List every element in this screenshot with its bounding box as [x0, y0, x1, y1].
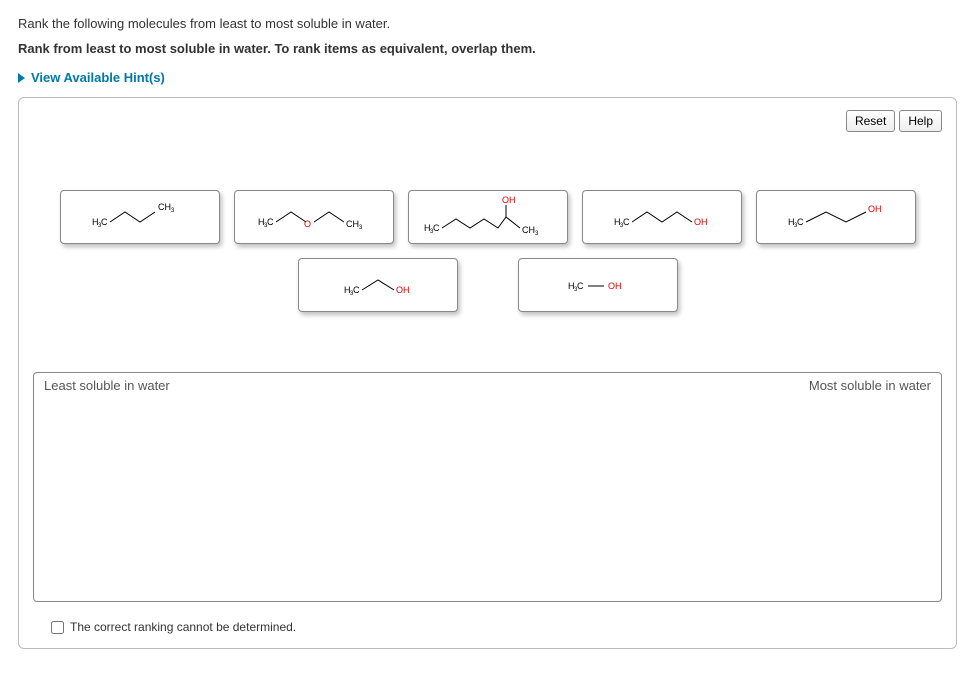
svg-text:C: C	[353, 285, 360, 295]
tile-propenol[interactable]: H3C OH	[756, 190, 916, 244]
svg-text:C: C	[797, 217, 804, 227]
svg-text:C: C	[577, 281, 584, 291]
help-button[interactable]: Help	[899, 110, 942, 132]
question-line-1: Rank the following molecules from least …	[18, 16, 957, 31]
tile-methanol[interactable]: H3C OH	[518, 258, 678, 312]
svg-text:3: 3	[171, 208, 175, 214]
tile-ether[interactable]: H3C O CH3	[234, 190, 394, 244]
svg-text:OH: OH	[694, 217, 708, 227]
tile-propanol[interactable]: H3C OH	[298, 258, 458, 312]
tile-butane[interactable]: H3C CH3	[60, 190, 220, 244]
svg-text:C: C	[267, 217, 274, 227]
svg-text:OH: OH	[868, 204, 882, 214]
reset-button[interactable]: Reset	[846, 110, 895, 132]
svg-text:3: 3	[359, 225, 363, 231]
svg-text:CH: CH	[158, 202, 171, 212]
hints-label: View Available Hint(s)	[31, 70, 165, 85]
tile-branched-alcohol[interactable]: OH H3C CH3	[408, 190, 568, 244]
svg-text:CH: CH	[522, 225, 535, 235]
cannot-determine-label: The correct ranking cannot be determined…	[70, 620, 296, 634]
svg-text:C: C	[101, 217, 108, 227]
svg-text:O: O	[304, 219, 311, 229]
zone-label-least: Least soluble in water	[44, 378, 170, 393]
svg-text:3: 3	[535, 231, 539, 237]
triangle-right-icon	[18, 73, 25, 83]
ranking-drop-zone[interactable]: Least soluble in water Most soluble in w…	[33, 372, 942, 602]
svg-text:C: C	[623, 217, 630, 227]
svg-text:OH: OH	[608, 281, 622, 291]
svg-text:C: C	[433, 223, 440, 233]
tile-butanol[interactable]: H3C OH	[582, 190, 742, 244]
cannot-determine-row[interactable]: The correct ranking cannot be determined…	[33, 620, 942, 634]
svg-text:CH: CH	[346, 219, 359, 229]
ranking-panel: Reset Help H3C CH3 H3C	[18, 97, 957, 649]
svg-text:OH: OH	[396, 285, 410, 295]
cannot-determine-checkbox[interactable]	[51, 621, 64, 634]
svg-text:OH: OH	[502, 195, 516, 205]
tiles-area: H3C CH3 H3C O CH3	[33, 190, 942, 312]
view-hints-link[interactable]: View Available Hint(s)	[18, 70, 957, 85]
question-line-2: Rank from least to most soluble in water…	[18, 41, 957, 56]
zone-label-most: Most soluble in water	[809, 378, 931, 393]
